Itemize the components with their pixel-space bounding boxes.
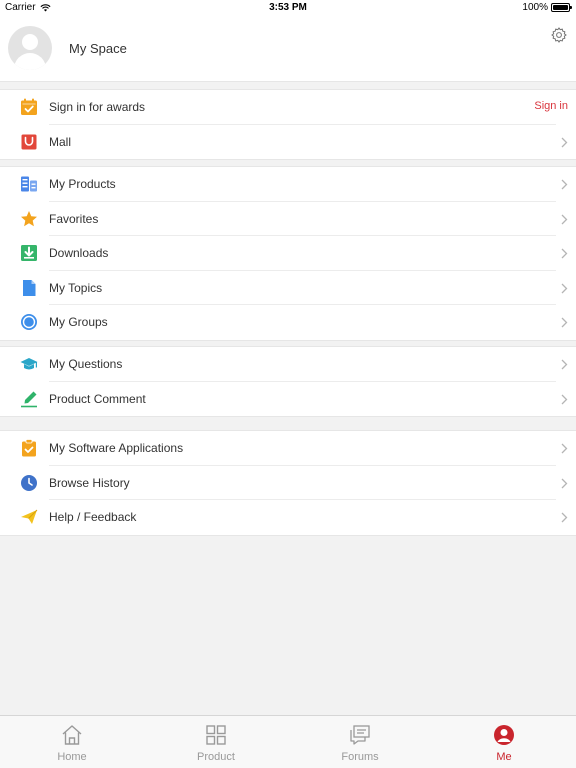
chevron-right-icon [561, 283, 568, 293]
chat-icon [350, 725, 370, 745]
status-time: 3:53 PM [269, 2, 307, 13]
menu-item-favorites[interactable]: Favorites [0, 202, 576, 236]
menu-item-my-questions[interactable]: My Questions [0, 347, 576, 382]
menu-group-awards: Sign in for awards Sign in Mall [0, 89, 576, 160]
download-icon [21, 245, 37, 261]
home-icon [62, 725, 82, 745]
chevron-right-icon [561, 137, 568, 147]
menu-group-questions: My Questions Product Comment [0, 346, 576, 417]
menu-item-browse-history[interactable]: Browse History [0, 466, 576, 500]
tab-label: Me [496, 751, 512, 763]
paper-plane-icon [21, 509, 38, 524]
chevron-right-icon [561, 478, 568, 488]
battery-icon [551, 3, 572, 12]
battery-status: 100% [522, 2, 572, 13]
menu-item-sign-in[interactable]: Sign in for awards Sign in [0, 90, 576, 125]
menu-item-label: Favorites [49, 211, 99, 226]
menu-item-label: My Groups [49, 315, 108, 329]
chevron-right-icon [561, 248, 568, 259]
person-icon [494, 725, 514, 745]
menu-item-mall[interactable]: Mall [0, 125, 576, 160]
sign-in-button[interactable]: Sign in [534, 100, 568, 112]
profile-header[interactable]: My Space [0, 16, 576, 82]
chevron-right-icon [561, 317, 568, 328]
battery-percent: 100% [522, 2, 548, 13]
menu-item-product-comment[interactable]: Product Comment [0, 382, 576, 417]
star-icon [21, 210, 37, 226]
menu-item-label: My Software Applications [49, 441, 184, 455]
chevron-right-icon [561, 512, 568, 523]
status-bar: Carrier 3:53 PM 100% [0, 0, 576, 16]
tab-product[interactable]: Product [144, 716, 288, 768]
chevron-right-icon [561, 359, 568, 370]
groups-icon [21, 314, 37, 330]
menu-item-label: My Topics [49, 280, 103, 295]
menu-item-my-products[interactable]: My Products [0, 167, 576, 202]
document-icon [23, 279, 36, 296]
menu-group-support: My Software Applications Browse History … [0, 430, 576, 536]
menu-item-label: Product Comment [49, 391, 146, 406]
menu-item-my-topics[interactable]: My Topics [0, 271, 576, 305]
menu-item-my-software-applications[interactable]: My Software Applications [0, 431, 576, 466]
calendar-check-icon [21, 98, 37, 115]
profile-name: My Space [69, 41, 127, 56]
tab-forums[interactable]: Forums [288, 716, 432, 768]
products-icon [21, 176, 37, 192]
chevron-right-icon [561, 179, 568, 190]
tab-bar: Home Product Forums Me [0, 715, 576, 768]
chevron-right-icon [561, 214, 568, 224]
clock-icon [21, 474, 37, 491]
tab-home[interactable]: Home [0, 716, 144, 768]
menu-item-label: Help / Feedback [49, 510, 137, 524]
menu-item-label: My Products [49, 177, 116, 191]
menu-item-help-feedback[interactable]: Help / Feedback [0, 500, 576, 535]
menu-item-label: My Questions [49, 357, 123, 371]
graduation-cap-icon [20, 358, 38, 370]
menu-item-downloads[interactable]: Downloads [0, 236, 576, 271]
tab-label: Home [57, 751, 87, 763]
chevron-right-icon [561, 443, 568, 454]
tab-label: Product [197, 751, 235, 763]
menu-item-label: Mall [49, 134, 72, 149]
chevron-right-icon [561, 394, 568, 404]
menu-item-label: Browse History [49, 475, 130, 490]
menu-item-label: Downloads [49, 246, 109, 260]
gear-icon[interactable] [550, 26, 568, 44]
tab-me[interactable]: Me [432, 716, 576, 768]
pen-icon [21, 391, 37, 407]
menu-group-content: My Products Favorites Downloads My Topic… [0, 166, 576, 341]
grid-icon [206, 725, 226, 745]
menu-item-label: Sign in for awards [49, 100, 146, 114]
avatar[interactable] [8, 26, 52, 70]
tab-label: Forums [341, 751, 379, 763]
menu-item-my-groups[interactable]: My Groups [0, 305, 576, 340]
shopping-bag-icon [21, 134, 37, 149]
clipboard-icon [22, 439, 36, 457]
